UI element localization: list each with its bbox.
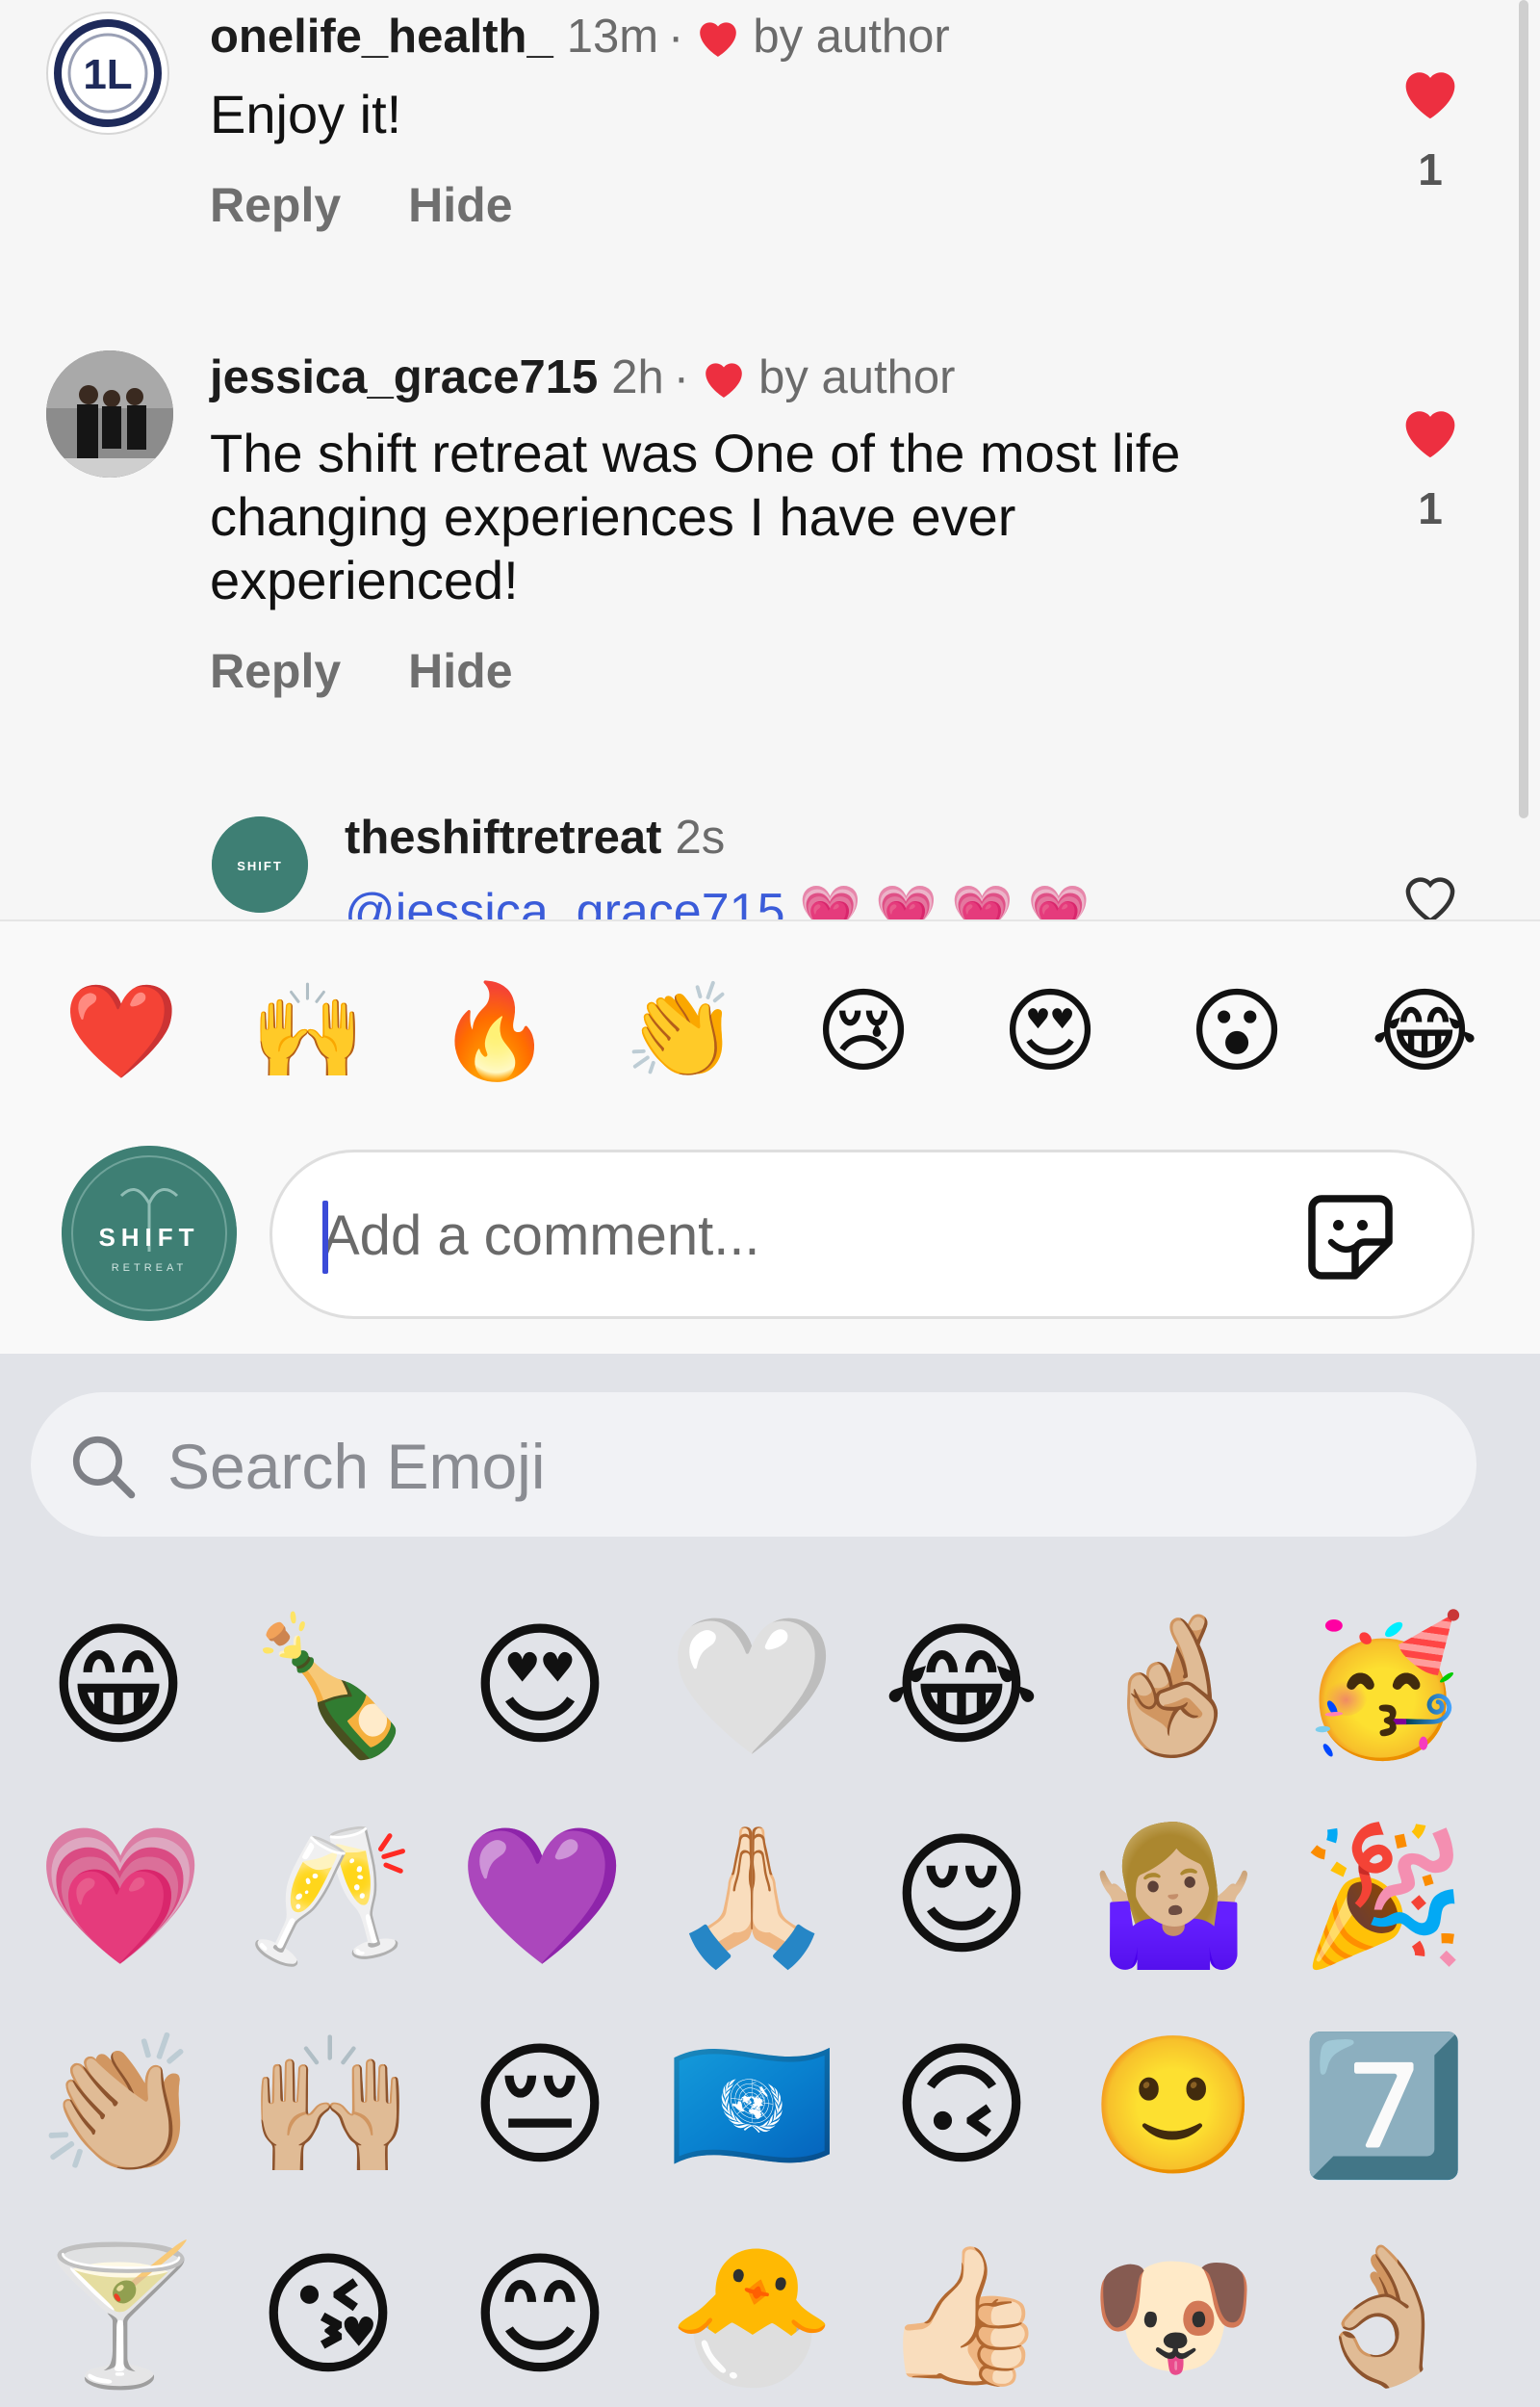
like-control	[1392, 867, 1469, 920]
quick-reactions-bar: ❤️ 🙌 🔥 👏 😢 😍 😮 😂	[0, 921, 1540, 1143]
reply-username[interactable]: theshiftretreat	[345, 811, 661, 865]
separator-dot: ·	[668, 11, 684, 63]
avatar[interactable]: SHIFT	[212, 816, 308, 913]
comment-timestamp: 13m	[566, 11, 659, 63]
emoji-key[interactable]: 😔	[458, 2024, 622, 2187]
emoji-key[interactable]: 🙏🏻	[668, 1814, 835, 1978]
search-icon	[72, 1436, 136, 1499]
reply-text: @jessica_grace715 💗 💗 💗 💗	[345, 882, 1090, 920]
comment-username[interactable]: jessica_grace715	[210, 350, 598, 404]
reply-timestamp: 2s	[675, 812, 726, 864]
comment-text: The shift retreat was One of the most li…	[210, 423, 1181, 610]
like-heart-outline-icon[interactable]	[1397, 867, 1464, 920]
emoji-key[interactable]: 🙂	[1090, 2024, 1257, 2187]
comment-input-box	[270, 1150, 1475, 1319]
emoji-key[interactable]: 😘	[246, 2234, 410, 2397]
comment-timestamp: 2h	[611, 351, 664, 403]
like-heart-icon[interactable]	[1397, 62, 1464, 121]
comment-actions: Reply Hide	[210, 643, 513, 699]
author-heart-icon	[700, 22, 737, 57]
reaction-heart[interactable]: ❤️	[64, 979, 179, 1085]
reaction-raised-hands[interactable]: 🙌	[250, 979, 366, 1085]
like-count: 1	[1418, 144, 1443, 194]
emoji-key[interactable]: 🐶	[1090, 2234, 1257, 2397]
avatar-logo-text: 1L	[83, 51, 132, 98]
reaction-laughing[interactable]: 😂	[1371, 979, 1478, 1085]
reaction-heart-eyes[interactable]: 😍	[997, 979, 1103, 1085]
reaction-crying[interactable]: 😢	[810, 979, 916, 1085]
emoji-key[interactable]: 7️⃣	[1299, 2024, 1467, 2187]
emoji-key[interactable]: 😁	[37, 1604, 200, 1768]
comment-composer: SHIFT RETREAT	[0, 1126, 1540, 1354]
avatar[interactable]: 1L	[46, 12, 169, 135]
hide-button[interactable]: Hide	[408, 643, 512, 699]
reaction-fire[interactable]: 🔥	[437, 979, 552, 1085]
emoji-search-bar	[31, 1392, 1476, 1537]
comments-list: 1L onelife_health_ 13m · by author Enjoy…	[0, 0, 1540, 920]
like-count: 1	[1418, 483, 1443, 533]
emoji-key[interactable]: 🥳	[1299, 1604, 1467, 1768]
emoji-key[interactable]: 😍	[458, 1604, 622, 1768]
reply-button[interactable]: Reply	[210, 177, 341, 233]
comment-input[interactable]	[321, 1191, 1287, 1280]
avatar-logo-text: SHIFT	[98, 1223, 199, 1252]
avatar[interactable]	[46, 350, 173, 478]
comment-header: jessica_grace715 2h · by author	[210, 350, 955, 404]
emoji-key[interactable]: 🍾	[246, 1604, 414, 1768]
reply-button[interactable]: Reply	[210, 643, 341, 699]
emoji-key[interactable]: 🥂	[246, 1814, 414, 1978]
comment-username[interactable]: onelife_health_	[210, 10, 553, 64]
emoji-key[interactable]: 💜	[458, 1814, 626, 1978]
separator-dot: ·	[673, 351, 690, 403]
like-control: 1	[1392, 401, 1469, 534]
like-heart-icon[interactable]	[1397, 401, 1464, 460]
emoji-keyboard: 😁 🍾 😍 🤍 😂 🤞🏼 🥳 💗 🥂 💜 🙏🏻 😌 🤷🏼‍♀️ 🎉 👏🏼 🙌🏼 …	[0, 1354, 1540, 2407]
emoji-key[interactable]: 😂	[880, 1604, 1043, 1768]
reaction-surprised[interactable]: 😮	[1184, 979, 1290, 1085]
sticker-icon[interactable]	[1302, 1189, 1399, 1285]
emoji-key[interactable]: 🇺🇳	[668, 2024, 835, 2187]
by-author-label: by author	[753, 11, 950, 63]
avatar-logo-text: SHIFT	[237, 859, 283, 873]
author-heart-icon	[706, 363, 742, 398]
emoji-key[interactable]: 🎉	[1299, 1814, 1467, 1978]
emoji-key[interactable]: 🤷🏼‍♀️	[1090, 1814, 1257, 1978]
emoji-search-input[interactable]	[166, 1425, 1324, 1508]
emoji-key[interactable]: 🙌🏼	[246, 2024, 414, 2187]
hide-button[interactable]: Hide	[408, 177, 512, 233]
comment-text: Enjoy it!	[210, 84, 402, 144]
like-control: 1	[1392, 62, 1469, 195]
by-author-label: by author	[758, 351, 956, 403]
avatar-logo-subtext: RETREAT	[112, 1262, 188, 1274]
emoji-key[interactable]: 💗	[37, 1814, 204, 1978]
emoji-key[interactable]: 🐣	[668, 2234, 835, 2397]
emoji-key[interactable]: 🍸	[37, 2234, 204, 2397]
scrollbar[interactable]	[1519, 0, 1528, 818]
avatar[interactable]: SHIFT RETREAT	[62, 1146, 237, 1321]
emoji-key[interactable]: 🤞🏼	[1090, 1604, 1257, 1768]
reply-emoji: 💗 💗 💗 💗	[798, 884, 1091, 920]
emoji-key[interactable]: 👏🏼	[37, 2024, 204, 2187]
emoji-key[interactable]: 🙃	[880, 2024, 1043, 2187]
comment-header: onelife_health_ 13m · by author	[210, 10, 950, 64]
emoji-key[interactable]: 😊	[458, 2234, 622, 2397]
comment-actions: Reply Hide	[210, 177, 513, 233]
emoji-key[interactable]: 😌	[880, 1814, 1043, 1978]
emoji-key[interactable]: 🤍	[668, 1604, 835, 1768]
reaction-clap[interactable]: 👏	[624, 979, 739, 1085]
text-cursor	[322, 1201, 328, 1274]
emoji-key[interactable]: 👍🏻	[880, 2234, 1047, 2397]
mention-link[interactable]: @jessica_grace715	[345, 884, 785, 920]
emoji-key[interactable]: 👌🏼	[1299, 2234, 1467, 2397]
reply-header: theshiftretreat 2s	[345, 811, 725, 865]
